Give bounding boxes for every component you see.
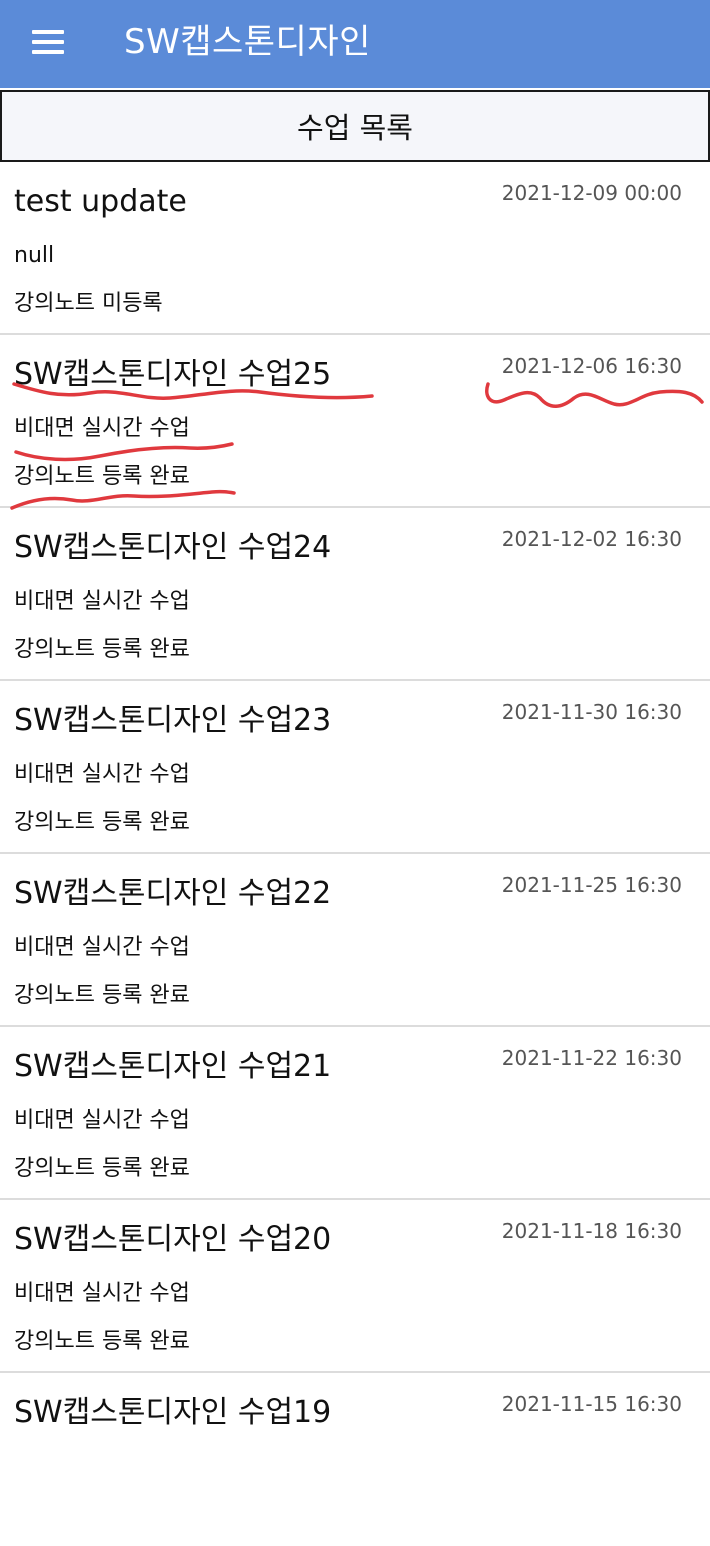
list-item[interactable]: SW캡스톤디자인 수업25 2021-12-06 16:30 비대면 실시간 수… xyxy=(0,335,710,508)
class-type: 비대면 실시간 수업 xyxy=(14,589,190,614)
class-date: 2021-11-25 16:30 xyxy=(501,873,682,897)
section-title: 수업 목록 xyxy=(297,111,413,145)
lecture-note-status: 강의노트 등록 완료 xyxy=(14,983,190,1008)
app-title: SW캡스톤디자인 xyxy=(124,22,371,62)
class-type: 비대면 실시간 수업 xyxy=(14,935,190,960)
list-item[interactable]: test update 2021-12-09 00:00 null 강의노트 미… xyxy=(0,162,710,335)
class-list: test update 2021-12-09 00:00 null 강의노트 미… xyxy=(0,162,710,1546)
hamburger-menu-icon[interactable] xyxy=(22,22,74,66)
lecture-note-status: 강의노트 등록 완료 xyxy=(14,637,190,662)
class-type: 비대면 실시간 수업 xyxy=(14,416,190,441)
class-type: 비대면 실시간 수업 xyxy=(14,1281,190,1306)
class-date: 2021-11-15 16:30 xyxy=(501,1392,682,1416)
list-item[interactable]: SW캡스톤디자인 수업23 2021-11-30 16:30 비대면 실시간 수… xyxy=(0,681,710,854)
class-date: 2021-12-02 16:30 xyxy=(501,527,682,551)
lecture-note-status: 강의노트 등록 완료 xyxy=(14,464,190,489)
list-item[interactable]: SW캡스톤디자인 수업22 2021-11-25 16:30 비대면 실시간 수… xyxy=(0,854,710,1027)
list-item[interactable]: SW캡스톤디자인 수업21 2021-11-22 16:30 비대면 실시간 수… xyxy=(0,1027,710,1200)
lecture-note-status: 강의노트 등록 완료 xyxy=(14,1156,190,1181)
class-title: SW캡스톤디자인 수업19 xyxy=(14,1395,332,1430)
class-title: SW캡스톤디자인 수업24 xyxy=(14,530,332,565)
section-header: 수업 목록 xyxy=(0,90,710,162)
class-title: SW캡스톤디자인 수업21 xyxy=(14,1049,332,1084)
app-bar: SW캡스톤디자인 xyxy=(0,0,710,88)
class-title: SW캡스톤디자인 수업20 xyxy=(14,1222,332,1257)
class-title: SW캡스톤디자인 수업22 xyxy=(14,876,332,911)
list-item[interactable]: SW캡스톤디자인 수업20 2021-11-18 16:30 비대면 실시간 수… xyxy=(0,1200,710,1373)
class-date: 2021-11-18 16:30 xyxy=(501,1219,682,1243)
list-item[interactable]: SW캡스톤디자인 수업19 2021-11-15 16:30 xyxy=(0,1373,710,1546)
class-title: SW캡스톤디자인 수업25 xyxy=(14,357,332,392)
class-type: null xyxy=(14,243,55,268)
class-type: 비대면 실시간 수업 xyxy=(14,1108,190,1133)
class-type: 비대면 실시간 수업 xyxy=(14,762,190,787)
class-date: 2021-11-22 16:30 xyxy=(501,1046,682,1070)
lecture-note-status: 강의노트 미등록 xyxy=(14,291,163,316)
class-title: test update xyxy=(14,184,187,219)
lecture-note-status: 강의노트 등록 완료 xyxy=(14,810,190,835)
class-date: 2021-12-06 16:30 xyxy=(501,354,682,378)
class-date: 2021-11-30 16:30 xyxy=(501,700,682,724)
lecture-note-status: 강의노트 등록 완료 xyxy=(14,1329,190,1354)
list-item[interactable]: SW캡스톤디자인 수업24 2021-12-02 16:30 비대면 실시간 수… xyxy=(0,508,710,681)
class-title: SW캡스톤디자인 수업23 xyxy=(14,703,332,738)
class-date: 2021-12-09 00:00 xyxy=(501,181,682,205)
